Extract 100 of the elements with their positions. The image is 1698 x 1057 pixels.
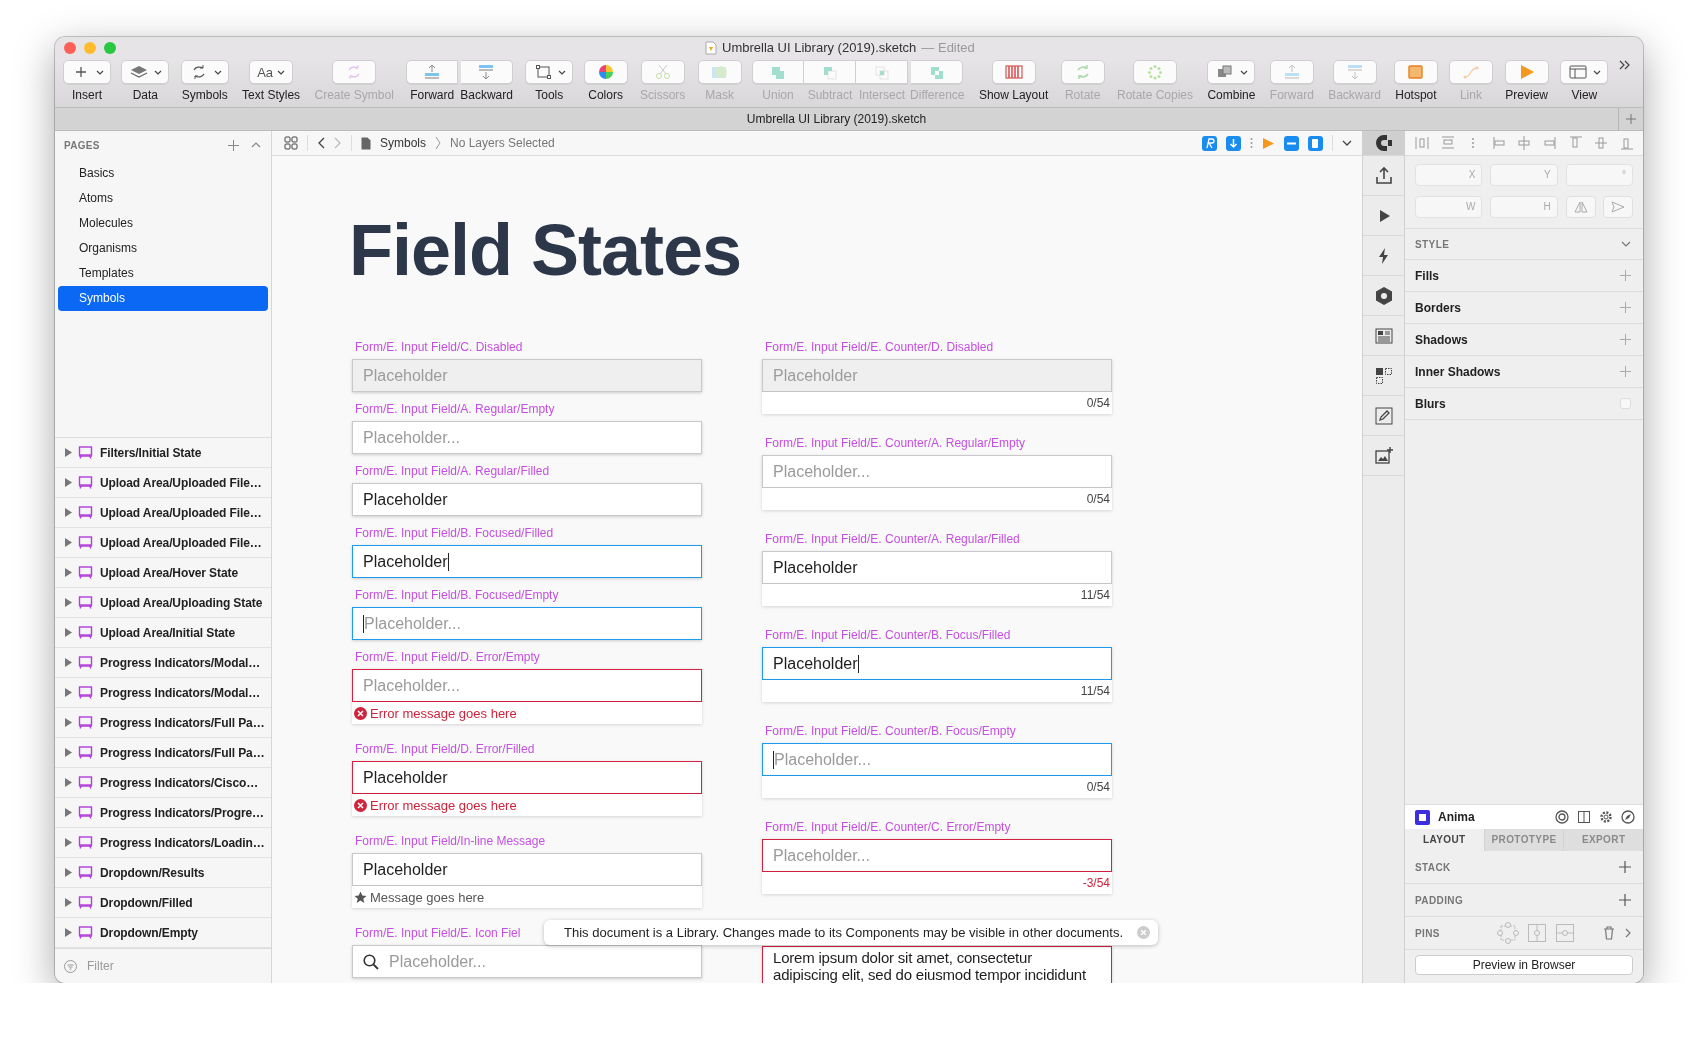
layer-row[interactable]: Dropdown/Filled (55, 888, 271, 918)
settings-icon[interactable] (1599, 810, 1613, 824)
toolbar-button[interactable] (525, 60, 574, 84)
filter-icon (64, 959, 77, 973)
layer-row[interactable]: Progress Indicators/Full Pa… (55, 708, 271, 738)
layer-row[interactable]: Upload Area/Uploaded File… (55, 468, 271, 498)
layer-row[interactable]: Progress Indicators/Cisco… (55, 768, 271, 798)
layer-row[interactable]: Upload Area/Hover State (55, 558, 271, 588)
grid-icon[interactable] (284, 136, 298, 150)
page-item[interactable]: Templates (58, 261, 268, 286)
plus-icon[interactable] (228, 139, 239, 151)
close-icon[interactable] (1137, 926, 1151, 939)
text-area[interactable]: Lorem ipsum dolor sit amet, consectetur adipiscing elit, sed do eiusmod tempor incididunt (762, 946, 1112, 983)
add-icon[interactable] (1620, 302, 1631, 313)
chevron-down-icon[interactable] (1342, 140, 1352, 146)
components-icon[interactable] (1373, 365, 1394, 386)
toolbar-label: Colors (587, 88, 624, 102)
layer-row[interactable]: Dropdown/Results (55, 858, 271, 888)
symbol-label: Form/E. Input Field/B. Focused/Empty (355, 588, 559, 603)
toolbar-button[interactable] (180, 60, 229, 84)
toolbar-button[interactable] (63, 60, 111, 84)
minimize-button[interactable] (84, 41, 96, 54)
pin-all-icon[interactable] (1497, 922, 1519, 944)
align-icon[interactable] (1619, 135, 1633, 151)
page-item[interactable]: Organisms (58, 236, 268, 261)
toolbar-button[interactable] (121, 60, 170, 84)
breadcrumb-page[interactable]: Symbols (380, 136, 426, 150)
compass-icon[interactable] (1621, 810, 1635, 824)
add-icon[interactable] (1619, 861, 1631, 873)
input-field[interactable]: Placeholder (352, 483, 702, 516)
plugin-icon[interactable] (1202, 135, 1217, 151)
zoom-button[interactable] (104, 41, 116, 54)
layer-row[interactable]: Upload Area/Uploading State (55, 588, 271, 618)
plugin-logo-icon[interactable] (1373, 133, 1394, 153)
page-item[interactable]: Basics (58, 161, 268, 186)
add-image-icon[interactable] (1373, 445, 1394, 466)
page-item[interactable]: Atoms (58, 186, 268, 211)
preview-button[interactable]: Preview in Browser (1415, 955, 1633, 975)
chevron-right-icon[interactable] (1625, 928, 1631, 938)
upload-icon[interactable] (1373, 165, 1394, 186)
chevron-up-icon[interactable] (251, 142, 261, 148)
add-icon[interactable] (1620, 366, 1631, 377)
minus-icon[interactable] (1284, 135, 1299, 151)
more-icon[interactable] (1250, 137, 1253, 149)
overflow-chevrons-icon[interactable] (1618, 60, 1631, 70)
checkbox[interactable] (1620, 398, 1631, 409)
artboard-icon (78, 746, 93, 759)
layer-row[interactable]: Upload Area/Uploaded File… (55, 528, 271, 558)
add-icon[interactable] (1619, 894, 1631, 906)
document-icon (705, 40, 717, 55)
add-icon[interactable] (1620, 270, 1631, 281)
align-icon[interactable] (1440, 135, 1455, 151)
layer-row[interactable]: Progress Indicators/Progre… (55, 798, 271, 828)
target-icon[interactable] (1555, 810, 1569, 824)
layer-row[interactable]: Upload Area/Initial State (55, 618, 271, 648)
layer-row[interactable]: Progress Indicators/Modal… (55, 678, 271, 708)
layer-row[interactable]: Filters/Initial State (55, 438, 271, 468)
align-icon[interactable] (1415, 135, 1429, 151)
align-icon[interactable] (1491, 135, 1506, 151)
layer-row[interactable]: Progress Indicators/Full Pa… (55, 738, 271, 768)
forward-icon[interactable] (334, 137, 342, 149)
flip-button[interactable] (1603, 196, 1633, 218)
input-field[interactable]: Placeholder (762, 551, 1112, 584)
toolbar-button[interactable] (583, 60, 628, 84)
device-icon[interactable] (1308, 135, 1323, 151)
align-icon[interactable] (1593, 135, 1608, 151)
toolbar-button[interactable] (991, 60, 1036, 84)
edit-frame-icon[interactable] (1373, 405, 1394, 426)
columns-icon[interactable] (1577, 810, 1591, 824)
layer-row[interactable]: Dropdown/Empty (55, 918, 271, 948)
filter-field[interactable]: Filter (85, 958, 239, 974)
align-icon[interactable] (1542, 135, 1557, 151)
toolbar-button[interactable]: Aa (249, 60, 294, 84)
align-icon[interactable] (1568, 135, 1582, 151)
input-field[interactable]: Placeholder (352, 853, 702, 886)
pin-horizontal-icon[interactable] (1555, 923, 1575, 943)
page-item[interactable]: Symbols (58, 286, 268, 311)
hexagon-icon[interactable] (1373, 285, 1394, 306)
close-button[interactable] (64, 41, 76, 54)
input-field[interactable]: Placeholder (762, 647, 1112, 680)
pin-vertical-icon[interactable] (1527, 923, 1547, 943)
align-icon[interactable] (1517, 135, 1531, 151)
toolbar-button[interactable] (1207, 60, 1256, 84)
add-icon[interactable] (1620, 334, 1631, 345)
input-field[interactable]: Placeholder (352, 761, 702, 794)
back-icon[interactable] (317, 137, 325, 149)
chevron-down-icon[interactable] (1621, 241, 1631, 247)
character-counter: 0/54 (1086, 492, 1110, 506)
input-field[interactable]: Placeholder (352, 545, 702, 578)
layer-row[interactable]: Upload Area/Uploaded File… (55, 498, 271, 528)
layer-row[interactable]: Progress Indicators/Loadin… (55, 828, 271, 858)
artboard-icon (78, 926, 93, 939)
symbol-label: Form/E. Input Field/C. Disabled (355, 340, 523, 355)
plus-icon[interactable] (1625, 113, 1637, 125)
download-icon[interactable] (1226, 135, 1241, 151)
layer-row[interactable]: Progress Indicators/Modal… (55, 648, 271, 678)
page-item[interactable]: Molecules (58, 211, 268, 236)
layout-list-icon[interactable] (1373, 325, 1394, 346)
trash-icon[interactable] (1603, 926, 1615, 940)
flip-button[interactable] (1565, 196, 1596, 218)
